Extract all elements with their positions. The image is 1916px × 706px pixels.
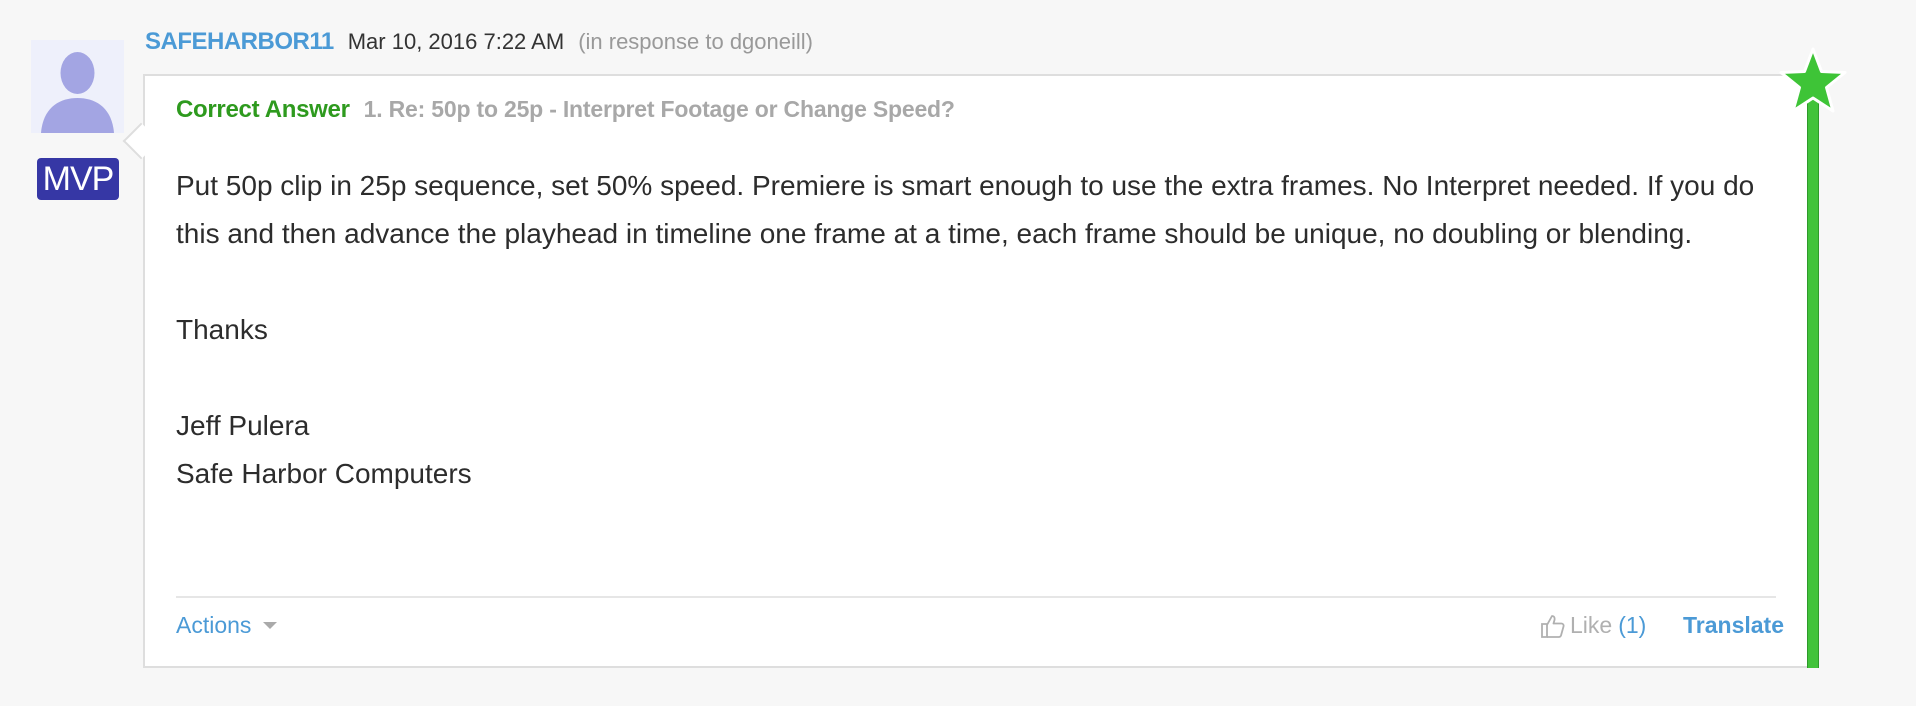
footer-divider: [176, 596, 1776, 598]
star-icon: [1779, 47, 1847, 113]
post-meta: SAFEHARBOR11 Mar 10, 2016 7:22 AM (in re…: [145, 28, 813, 62]
signature-company: Safe Harbor Computers: [176, 458, 472, 489]
reply-body: Put 50p clip in 25p sequence, set 50% sp…: [176, 162, 1786, 498]
mvp-badge: MVP: [37, 158, 119, 200]
correct-answer-label: Correct Answer: [176, 96, 350, 123]
like-count[interactable]: (1): [1618, 612, 1646, 639]
actions-label: Actions: [176, 612, 252, 638]
actions-menu-button[interactable]: Actions: [176, 612, 278, 639]
chevron-down-icon: [263, 622, 278, 629]
body-paragraph: Put 50p clip in 25p sequence, set 50% sp…: [176, 170, 1755, 249]
user-silhouette-icon: [31, 40, 124, 133]
reply-header: Correct Answer 1. Re: 50p to 25p - Inter…: [176, 96, 955, 124]
translate-link[interactable]: Translate: [1683, 612, 1784, 639]
body-thanks: Thanks: [176, 314, 268, 345]
author-link[interactable]: SAFEHARBOR11: [145, 28, 334, 56]
avatar[interactable]: [31, 40, 124, 133]
thread-title[interactable]: 1. Re: 50p to 25p - Interpret Footage or…: [364, 96, 955, 123]
like-label: Like: [1570, 612, 1613, 638]
discussion-reply: MVP SAFEHARBOR11 Mar 10, 2016 7:22 AM (i…: [0, 0, 1916, 706]
thumbs-up-icon: [1541, 614, 1565, 638]
signature-name: Jeff Pulera: [176, 410, 310, 441]
correct-answer-bar: [1807, 74, 1819, 668]
in-response-to[interactable]: (in response to dgoneill): [578, 29, 813, 55]
post-date: Mar 10, 2016 7:22 AM: [347, 29, 565, 54]
like-button[interactable]: Like (1): [1540, 612, 1646, 639]
